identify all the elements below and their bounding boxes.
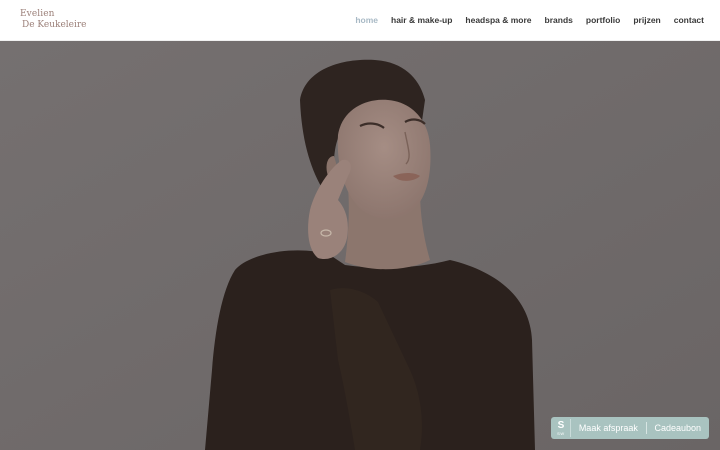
logo-name-first: Evelien <box>20 9 55 19</box>
booking-brand-sub: SW <box>557 430 565 436</box>
nav-item-brands[interactable]: brands <box>545 15 573 25</box>
booking-brand-mark: S <box>557 419 565 431</box>
nav-item-contact[interactable]: contact <box>674 15 704 25</box>
page: Evelien De Keukeleire home hair & make-u… <box>0 0 720 450</box>
nav-item-home[interactable]: home <box>355 15 378 25</box>
nav-item-headspa-more[interactable]: headspa & more <box>465 15 531 25</box>
main-navigation: home hair & make-up headspa & more brand… <box>342 15 704 25</box>
salonized-logo-icon: S SW <box>556 419 571 437</box>
gift-voucher-button[interactable]: Cadeaubon <box>646 423 709 433</box>
hero-portrait-illustration <box>0 40 720 450</box>
hero-image <box>0 40 720 450</box>
site-header: Evelien De Keukeleire home hair & make-u… <box>0 0 720 41</box>
logo-name-last: De Keukeleire <box>22 20 87 30</box>
site-logo[interactable]: Evelien De Keukeleire <box>20 9 87 33</box>
nav-item-portfolio[interactable]: portfolio <box>586 15 620 25</box>
booking-widget: S SW Maak afspraak Cadeaubon <box>551 417 709 439</box>
book-appointment-button[interactable]: Maak afspraak <box>571 423 646 433</box>
nav-item-prijzen[interactable]: prijzen <box>633 15 660 25</box>
nav-item-hair-make-up[interactable]: hair & make-up <box>391 15 452 25</box>
